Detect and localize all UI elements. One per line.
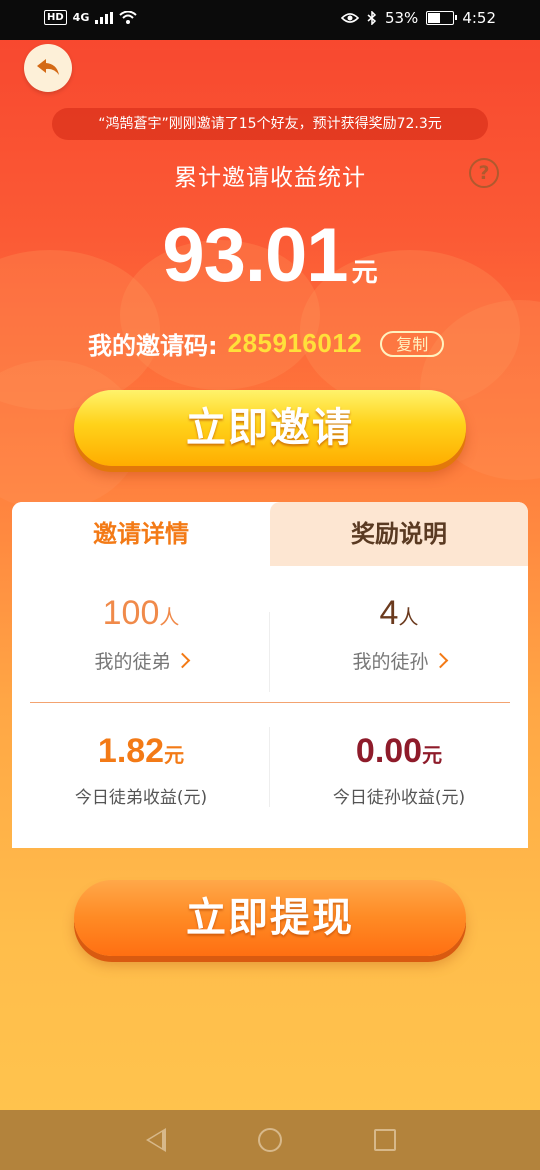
grand-income-label: 今日徒孙收益(元) (332, 788, 466, 808)
divider (30, 702, 510, 703)
battery-percent: 53% (384, 9, 419, 27)
invite-code-row: 我的邀请码: 285916012 复制 (88, 326, 445, 361)
invite-ticker: “鸿鹄蒼宇”刚刚邀请了15个好友，预计获得奖励72.3元 (52, 108, 488, 140)
apprentice-cell[interactable]: 100人 我的徒弟 (12, 594, 270, 674)
total-earnings: 93.01 元 (0, 212, 540, 299)
grand-apprentice-label: 我的徒孙 (352, 651, 429, 673)
apprentice-count: 100 (102, 594, 160, 632)
apprentice-income-cell: 1.82元 今日徒弟收益(元) (12, 732, 270, 808)
grand-income-cell: 0.00元 今日徒孙收益(元) (270, 732, 528, 808)
clock: 4:52 (462, 9, 496, 27)
battery-fill (428, 13, 440, 23)
signal-icon (95, 11, 114, 24)
apprentice-income-label: 今日徒弟收益(元) (74, 788, 208, 808)
grand-apprentice-cell[interactable]: 4人 我的徒孙 (270, 594, 528, 674)
grand-apprentice-unit: 人 (398, 605, 419, 629)
apprentice-unit: 人 (159, 605, 180, 629)
total-amount: 93.01 (162, 213, 348, 298)
tab-invite-details[interactable]: 邀请详情 (12, 502, 270, 566)
grand-income-unit: 元 (422, 743, 443, 767)
back-button[interactable] (24, 44, 72, 92)
chevron-right-icon (432, 652, 448, 669)
copy-button[interactable]: 复制 (380, 330, 445, 357)
status-bar: HD 4G 53% 4:52 (0, 0, 540, 40)
apprentice-label: 我的徒弟 (94, 651, 171, 673)
nav-recents-icon[interactable] (374, 1129, 396, 1151)
nav-home-icon[interactable] (258, 1128, 282, 1152)
chevron-right-icon (174, 652, 190, 669)
eye-icon (340, 13, 359, 23)
withdraw-now-button[interactable]: 立即提现 (74, 880, 466, 956)
invite-now-button[interactable]: 立即邀请 (74, 390, 466, 466)
invite-code-value: 285916012 (227, 328, 363, 358)
apprentice-income-unit: 元 (164, 743, 185, 767)
grand-income: 0.00 (355, 732, 423, 770)
hd-badge: HD (44, 10, 67, 25)
invite-code-label: 我的邀请码: (88, 332, 218, 360)
tab-reward-rules[interactable]: 奖励说明 (270, 502, 528, 566)
battery-icon (426, 11, 458, 25)
nav-back-icon[interactable] (146, 1128, 166, 1152)
divider (269, 727, 270, 807)
tab-bar: 邀请详情 奖励说明 (12, 502, 528, 566)
network-type: 4G (72, 11, 90, 24)
apprentice-income: 1.82 (97, 732, 165, 770)
grand-apprentice-count: 4 (379, 594, 399, 632)
divider (269, 612, 270, 692)
total-amount-unit: 元 (351, 258, 378, 288)
back-arrow-icon (37, 59, 59, 75)
wifi-icon (119, 11, 138, 24)
help-icon[interactable]: ? (469, 158, 499, 188)
app-screen: HD 4G 53% 4:52 “鸿鹄蒼宇”刚刚邀请了15个好友，预计获得奖励72… (0, 0, 540, 1170)
bluetooth-icon (367, 11, 377, 25)
stats-title: 累计邀请收益统计 (174, 165, 366, 191)
invite-details-card: 邀请详情 奖励说明 100人 我的徒弟 4人 我的徒孙 1.82元 今日徒弟收益… (12, 502, 528, 848)
